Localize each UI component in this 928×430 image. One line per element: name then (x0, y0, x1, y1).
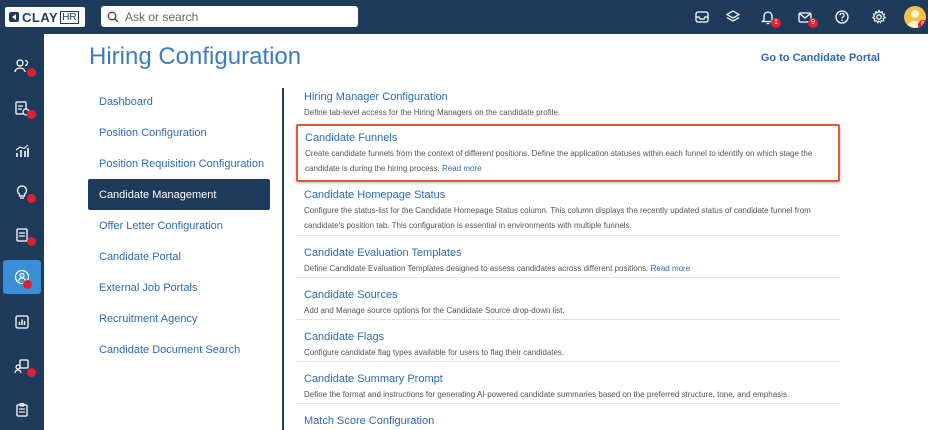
rail-item-checklist[interactable] (3, 393, 41, 427)
subnav-item-recruitment-agency[interactable]: Recruitment Agency (88, 303, 270, 334)
config-title[interactable]: Candidate Summary Prompt (304, 372, 832, 387)
help-icon[interactable] (833, 8, 851, 26)
read-more-link[interactable]: Read more (651, 264, 691, 273)
config-description: Add and Manage source options for the Ca… (304, 306, 565, 315)
rail-alert-dot (27, 237, 36, 246)
config-item-candidate-flags: Candidate Flags Configure candidate flag… (296, 320, 840, 362)
config-title[interactable]: Candidate Homepage Status (304, 188, 832, 203)
subnav-item-candidate-management[interactable]: Candidate Management (88, 179, 270, 210)
rail-alert-dot (23, 280, 32, 289)
layers-icon[interactable] (724, 8, 742, 26)
top-bar: CLAY HR 1 9 6 (0, 0, 928, 34)
notification-badge: 1 (771, 18, 781, 28)
rail-alert-dot (27, 194, 36, 203)
config-title[interactable]: Candidate Flags (304, 330, 832, 345)
go-to-candidate-portal-link[interactable]: Go to Candidate Portal (761, 52, 880, 64)
subnav-item-external-job-portals[interactable]: External Job Portals (88, 272, 270, 303)
config-description: Define Candidate Evaluation Templates de… (304, 261, 832, 276)
rail-item-analytics[interactable] (3, 134, 41, 168)
config-item-match-score-configuration: Match Score Configuration (296, 404, 840, 428)
settings-subnav: Dashboard Position Configuration Positio… (88, 86, 270, 365)
rail-item-reports[interactable] (3, 305, 41, 339)
read-more-link[interactable]: Read more (442, 164, 482, 173)
config-item-hiring-manager: Hiring Manager Configuration Define tab-… (296, 90, 840, 124)
search-input[interactable] (125, 9, 345, 24)
config-description-text: Define Candidate Evaluation Templates de… (304, 264, 649, 273)
rail-alert-dot (27, 368, 36, 377)
app-logo[interactable]: CLAY HR (5, 7, 85, 27)
user-avatar[interactable]: 6 (904, 6, 926, 28)
rail-item-training[interactable] (3, 349, 41, 383)
mail-icon[interactable]: 9 (796, 8, 818, 28)
config-description: Configure the status-list for the Candid… (304, 206, 811, 230)
subnav-item-position-requisition-configuration[interactable]: Position Requisition Configuration (88, 148, 270, 179)
left-rail (0, 34, 44, 430)
configuration-list: Hiring Manager Configuration Define tab-… (296, 90, 840, 428)
logo-suffix: HR (60, 10, 79, 24)
subnav-item-offer-letter-configuration[interactable]: Offer Letter Configuration (88, 210, 270, 241)
profile-badge: 6 (918, 20, 926, 28)
section-divider (282, 88, 284, 430)
config-description: Define the format and instructions for g… (304, 390, 790, 399)
rail-item-documents[interactable] (3, 218, 41, 252)
config-item-candidate-summary-prompt: Candidate Summary Prompt Define the form… (296, 362, 840, 404)
settings-gear-icon[interactable] (870, 8, 888, 26)
subnav-item-candidate-portal[interactable]: Candidate Portal (88, 241, 270, 272)
config-item-candidate-evaluation-templates: Candidate Evaluation Templates Define Ca… (296, 236, 840, 278)
search-icon (107, 11, 119, 22)
subnav-item-dashboard[interactable]: Dashboard (88, 86, 270, 117)
config-title[interactable]: Candidate Sources (304, 288, 832, 303)
config-description-text: Create candidate funnels from the contex… (305, 149, 813, 173)
rail-item-people[interactable] (3, 49, 41, 83)
rail-item-timesheet[interactable] (3, 91, 41, 125)
config-item-candidate-sources: Candidate Sources Add and Manage source … (296, 278, 840, 320)
config-title[interactable]: Candidate Evaluation Templates (304, 246, 832, 261)
search-box[interactable] (101, 6, 358, 27)
config-item-candidate-homepage-status: Candidate Homepage Status Configure the … (296, 182, 840, 236)
rail-alert-dot (27, 68, 36, 77)
rail-alert-dot (27, 110, 36, 119)
inbox-icon[interactable] (693, 8, 711, 26)
page-title: Hiring Configuration (89, 43, 302, 70)
config-description: Define tab-level access for the Hiring M… (304, 108, 561, 117)
analytics-icon (15, 144, 29, 157)
config-title[interactable]: Match Score Configuration (304, 414, 832, 429)
clipboard-icon (16, 402, 28, 417)
messages-badge: 9 (808, 18, 818, 28)
config-item-candidate-funnels: Candidate Funnels Create candidate funne… (296, 124, 840, 182)
rail-item-ideas[interactable] (3, 175, 41, 209)
subnav-item-candidate-document-search[interactable]: Candidate Document Search (88, 334, 270, 365)
report-chart-icon (15, 315, 29, 329)
logo-mark-icon (9, 12, 19, 22)
bell-icon[interactable]: 1 (759, 8, 781, 28)
logo-text: CLAY (22, 9, 59, 25)
config-title[interactable]: Candidate Funnels (305, 131, 830, 146)
rail-item-hiring[interactable] (3, 260, 41, 294)
config-description: Configure candidate flag types available… (304, 348, 565, 357)
subnav-item-position-configuration[interactable]: Position Configuration (88, 117, 270, 148)
config-title[interactable]: Hiring Manager Configuration (304, 90, 832, 105)
config-description: Create candidate funnels from the contex… (305, 146, 830, 176)
